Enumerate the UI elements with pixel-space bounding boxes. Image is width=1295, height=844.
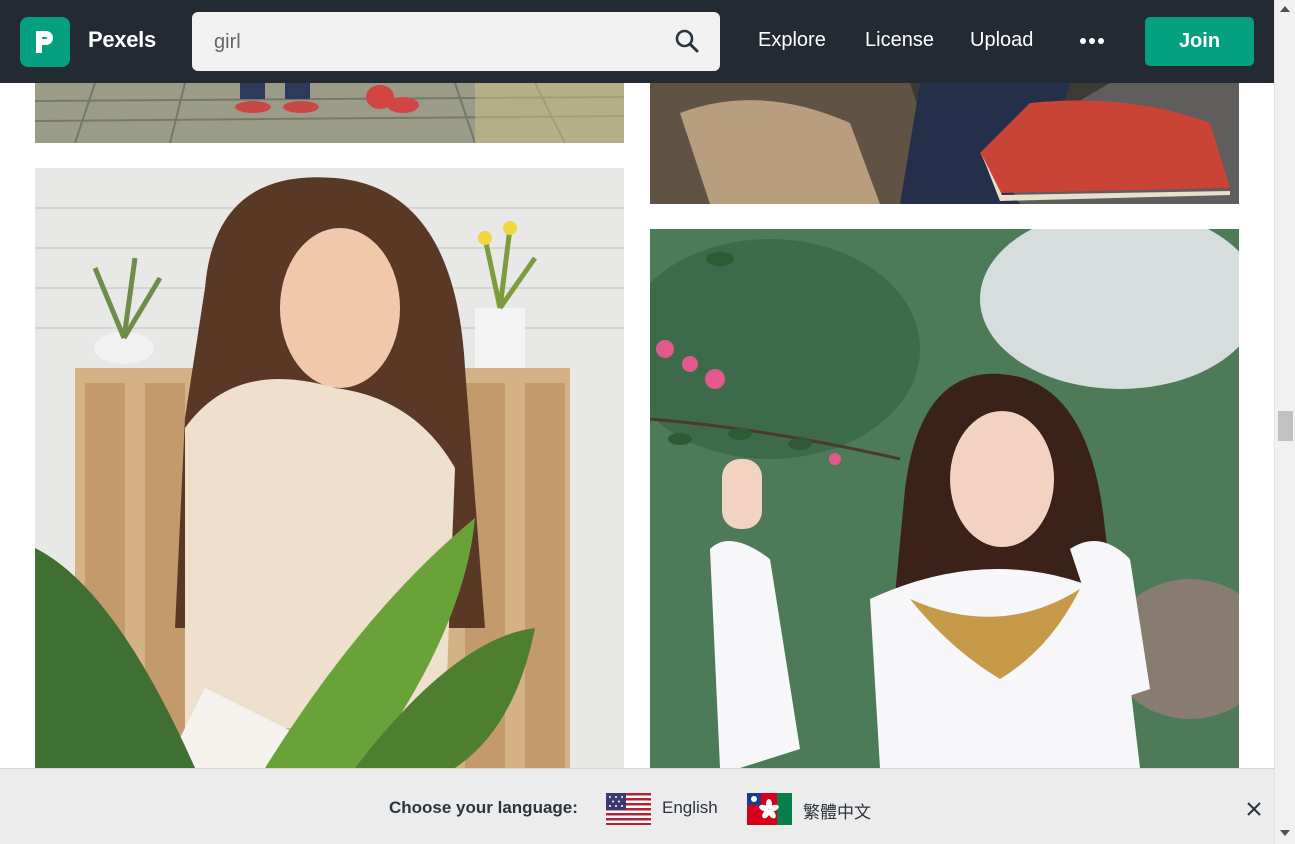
hk-flag-icon — [747, 793, 792, 825]
scroll-thumb[interactable] — [1278, 411, 1293, 441]
scroll-down-icon[interactable] — [1280, 830, 1290, 836]
language-option-traditional-chinese[interactable]: 繁體中文 — [747, 793, 877, 825]
search-icon[interactable] — [674, 28, 700, 54]
photo-street-sneakers[interactable] — [35, 83, 624, 143]
search-bar — [192, 12, 720, 71]
nav-explore-link[interactable]: Explore — [758, 29, 826, 52]
close-icon[interactable] — [1245, 800, 1263, 818]
pexels-logo-icon[interactable] — [20, 17, 70, 67]
photo-woman-cream-blouse[interactable] — [35, 168, 624, 768]
language-english-label: English — [662, 798, 718, 817]
scroll-up-icon[interactable] — [1280, 6, 1290, 12]
language-traditional-chinese-label: 繁體中文 — [803, 803, 871, 822]
search-input[interactable] — [212, 26, 656, 58]
us-flag-icon — [606, 793, 651, 825]
top-header: Pexels Explore License Upload Join — [0, 0, 1274, 83]
more-icon[interactable] — [1080, 38, 1104, 46]
join-button[interactable]: Join — [1145, 17, 1254, 66]
brand-name[interactable]: Pexels — [88, 27, 156, 53]
nav-license-link[interactable]: License — [865, 29, 934, 52]
nav-upload-link[interactable]: Upload — [970, 29, 1033, 52]
language-banner: Choose your language: English 繁體中文 — [0, 768, 1274, 844]
photo-red-book[interactable] — [650, 83, 1239, 204]
photo-woman-white-dress[interactable] — [650, 229, 1239, 768]
language-prompt: Choose your language: — [389, 798, 578, 817]
page-scrollbar[interactable] — [1274, 0, 1295, 844]
language-option-english[interactable]: English — [606, 793, 721, 825]
